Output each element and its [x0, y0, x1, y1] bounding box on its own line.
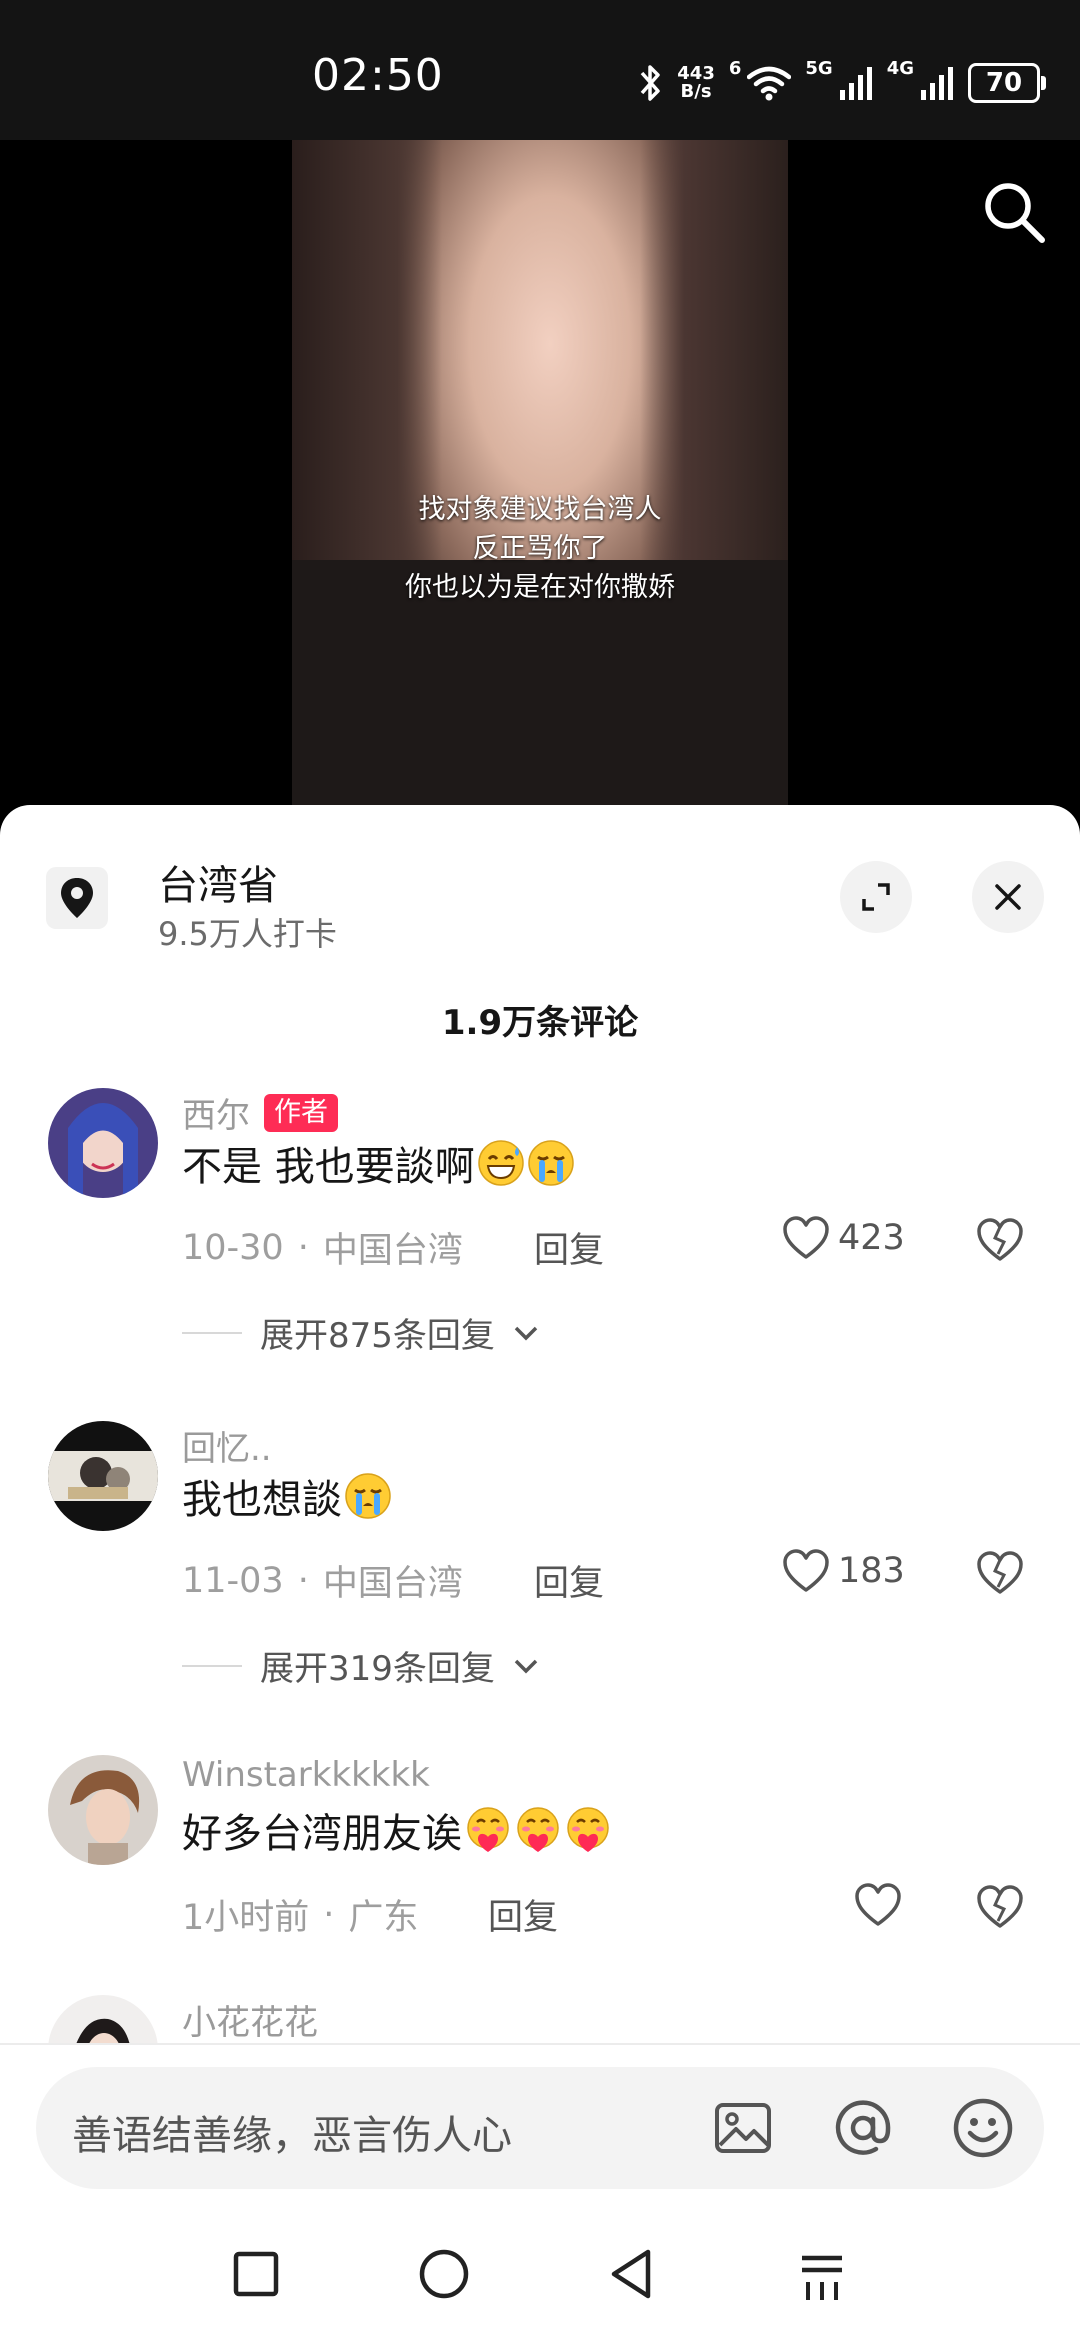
expand-replies-button[interactable]: 展开875条回复 — [182, 1308, 539, 1357]
comment-meta: 1小时前 · 广东 — [182, 1889, 418, 1940]
like-button[interactable]: 183 — [782, 1549, 905, 1593]
grin-sweat-emoji — [477, 1140, 524, 1186]
reply-button[interactable]: 回复 — [534, 1222, 604, 1273]
close-button[interactable] — [972, 861, 1044, 933]
dislike-icon[interactable] — [976, 1218, 1024, 1262]
like-count: 423 — [838, 1218, 905, 1258]
chevron-down-icon — [514, 1659, 538, 1673]
crying-emoji — [527, 1140, 574, 1186]
comment-username[interactable]: 小花花花 — [182, 1995, 318, 2044]
like-button[interactable]: 423 — [782, 1216, 905, 1260]
chevron-down-icon — [514, 1326, 538, 1340]
reply-button[interactable]: 回复 — [488, 1889, 558, 1940]
comment-username[interactable]: 西尔 — [182, 1088, 250, 1137]
comment-date: 11-03 — [182, 1560, 284, 1601]
cell-signal-icon — [839, 67, 872, 100]
comment-input[interactable]: 善语结善缘，恶言伤人心 — [36, 2067, 1044, 2189]
image-icon[interactable] — [712, 2097, 774, 2159]
wifi-icon — [747, 66, 792, 101]
network-speed: 443 B/s — [677, 63, 715, 102]
video-subtitles: 找对象建议找台湾人 反正骂你了 你也以为是在对你撒娇 — [405, 494, 675, 603]
dislike-icon[interactable] — [976, 1885, 1024, 1929]
heart-icon — [783, 1549, 829, 1592]
expand-button[interactable] — [840, 861, 912, 933]
system-nav-bar — [0, 2200, 1080, 2340]
like-count: 183 — [838, 1551, 905, 1591]
heart-hug-emoji — [467, 1807, 509, 1852]
avatar[interactable] — [48, 1088, 158, 1198]
mention-icon[interactable] — [832, 2097, 894, 2159]
comment-count: 1.9万条评论 — [441, 1003, 639, 1043]
heart-icon — [855, 1883, 901, 1926]
comment-location: 中国台湾 — [322, 1564, 463, 1604]
wifi-generation-label: 6 — [728, 58, 742, 79]
comment-username[interactable]: Winstarkkkkkk — [182, 1755, 430, 1795]
comment-date: 1小时前 — [182, 1898, 310, 1938]
reply-button[interactable]: 回复 — [534, 1555, 604, 1606]
comment-input-placeholder: 善语结善缘，恶言伤人心 — [72, 2113, 512, 2159]
comment-text: 不是 我也要談啊 — [182, 1134, 575, 1192]
comment-location: 广东 — [348, 1898, 419, 1938]
status-bar: 02:50 443 B/s 6 5G 4G 70 — [0, 0, 1080, 140]
close-icon — [995, 884, 1021, 910]
location-title[interactable]: 台湾省 — [158, 853, 278, 911]
comment-location: 中国台湾 — [322, 1231, 463, 1271]
expand-replies-button[interactable]: 展开319条回复 — [182, 1641, 539, 1690]
recent-apps-icon[interactable] — [228, 2246, 284, 2302]
location-checkins: 9.5万人打卡 — [158, 915, 337, 953]
author-badge: 作者 — [264, 1093, 338, 1132]
signal1-label: 5G — [805, 58, 833, 79]
avatar[interactable] — [48, 1421, 158, 1531]
comment-meta: 10-30 · 中国台湾 — [182, 1222, 463, 1273]
expand-icon — [862, 883, 890, 911]
avatar[interactable] — [48, 1755, 158, 1865]
heart-icon — [783, 1216, 829, 1259]
location-pin-icon[interactable] — [46, 867, 108, 929]
menu-icon[interactable] — [794, 2246, 850, 2302]
crying-emoji — [345, 1473, 391, 1519]
comment-username[interactable]: 回忆.. — [182, 1421, 272, 1470]
comment-text: 我也想談 — [182, 1467, 392, 1525]
status-icons: 443 B/s 6 5G 4G 70 — [637, 58, 1046, 108]
battery-indicator: 70 — [968, 63, 1046, 103]
video-player[interactable]: 找对象建议找台湾人 反正骂你了 你也以为是在对你撒娇 — [0, 140, 1080, 820]
cell-signal-icon — [921, 67, 953, 100]
comment-date: 10-30 — [182, 1227, 284, 1268]
clock: 02:50 — [312, 50, 444, 101]
comment-text: 好多台湾朋友诶 — [182, 1801, 612, 1859]
search-icon[interactable] — [978, 176, 1050, 248]
heart-hug-emoji — [517, 1807, 559, 1852]
heart-hug-emoji — [567, 1807, 609, 1852]
like-button[interactable] — [854, 1883, 902, 1927]
comment-meta: 11-03 · 中国台湾 — [182, 1555, 463, 1606]
emoji-icon[interactable] — [952, 2097, 1014, 2159]
signal2-label: 4G — [886, 58, 914, 79]
home-icon[interactable] — [416, 2246, 472, 2302]
dislike-icon[interactable] — [976, 1551, 1024, 1595]
bluetooth-icon — [640, 65, 661, 101]
back-icon[interactable] — [604, 2246, 660, 2302]
